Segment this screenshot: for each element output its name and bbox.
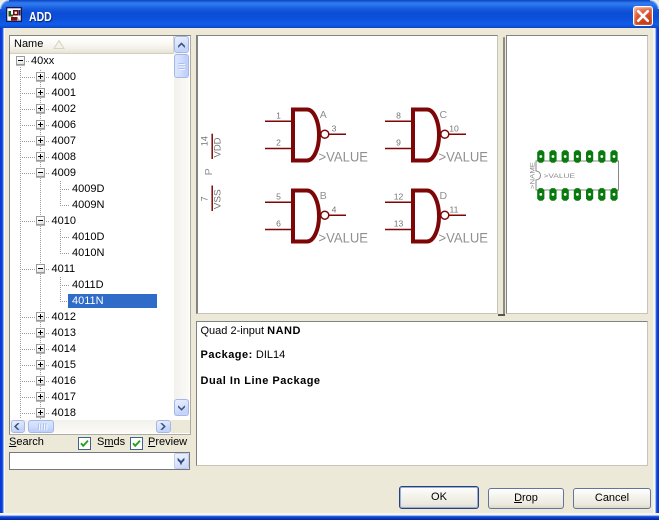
- svg-text:5: 5: [276, 191, 281, 201]
- svg-text:D: D: [440, 190, 448, 202]
- svg-text:11: 11: [450, 204, 459, 214]
- svg-text:A: A: [320, 109, 327, 121]
- svg-text:C: C: [440, 109, 448, 121]
- svg-text:>VALUE: >VALUE: [319, 229, 369, 245]
- svg-text:>NAME: >NAME: [529, 161, 536, 189]
- svg-text:10: 10: [449, 123, 459, 133]
- svg-text:7: 7: [200, 196, 210, 201]
- svg-text:1: 1: [276, 110, 281, 120]
- svg-text:VDD: VDD: [212, 137, 222, 158]
- svg-text:P: P: [203, 168, 215, 175]
- svg-text:8: 8: [396, 110, 401, 120]
- svg-text:14: 14: [200, 136, 210, 146]
- svg-text:>VALUE: >VALUE: [544, 173, 576, 180]
- svg-text:VSS: VSS: [212, 189, 222, 209]
- svg-text:4: 4: [332, 204, 337, 214]
- svg-text:9: 9: [396, 138, 401, 148]
- svg-text:12: 12: [394, 191, 404, 201]
- svg-text:>VALUE: >VALUE: [439, 148, 489, 164]
- svg-text:13: 13: [394, 219, 404, 229]
- svg-text:2: 2: [276, 138, 281, 148]
- svg-text:6: 6: [276, 219, 281, 229]
- svg-text:3: 3: [332, 123, 337, 133]
- svg-text:>VALUE: >VALUE: [439, 229, 489, 245]
- svg-text:>VALUE: >VALUE: [319, 148, 369, 164]
- svg-text:B: B: [320, 190, 327, 202]
